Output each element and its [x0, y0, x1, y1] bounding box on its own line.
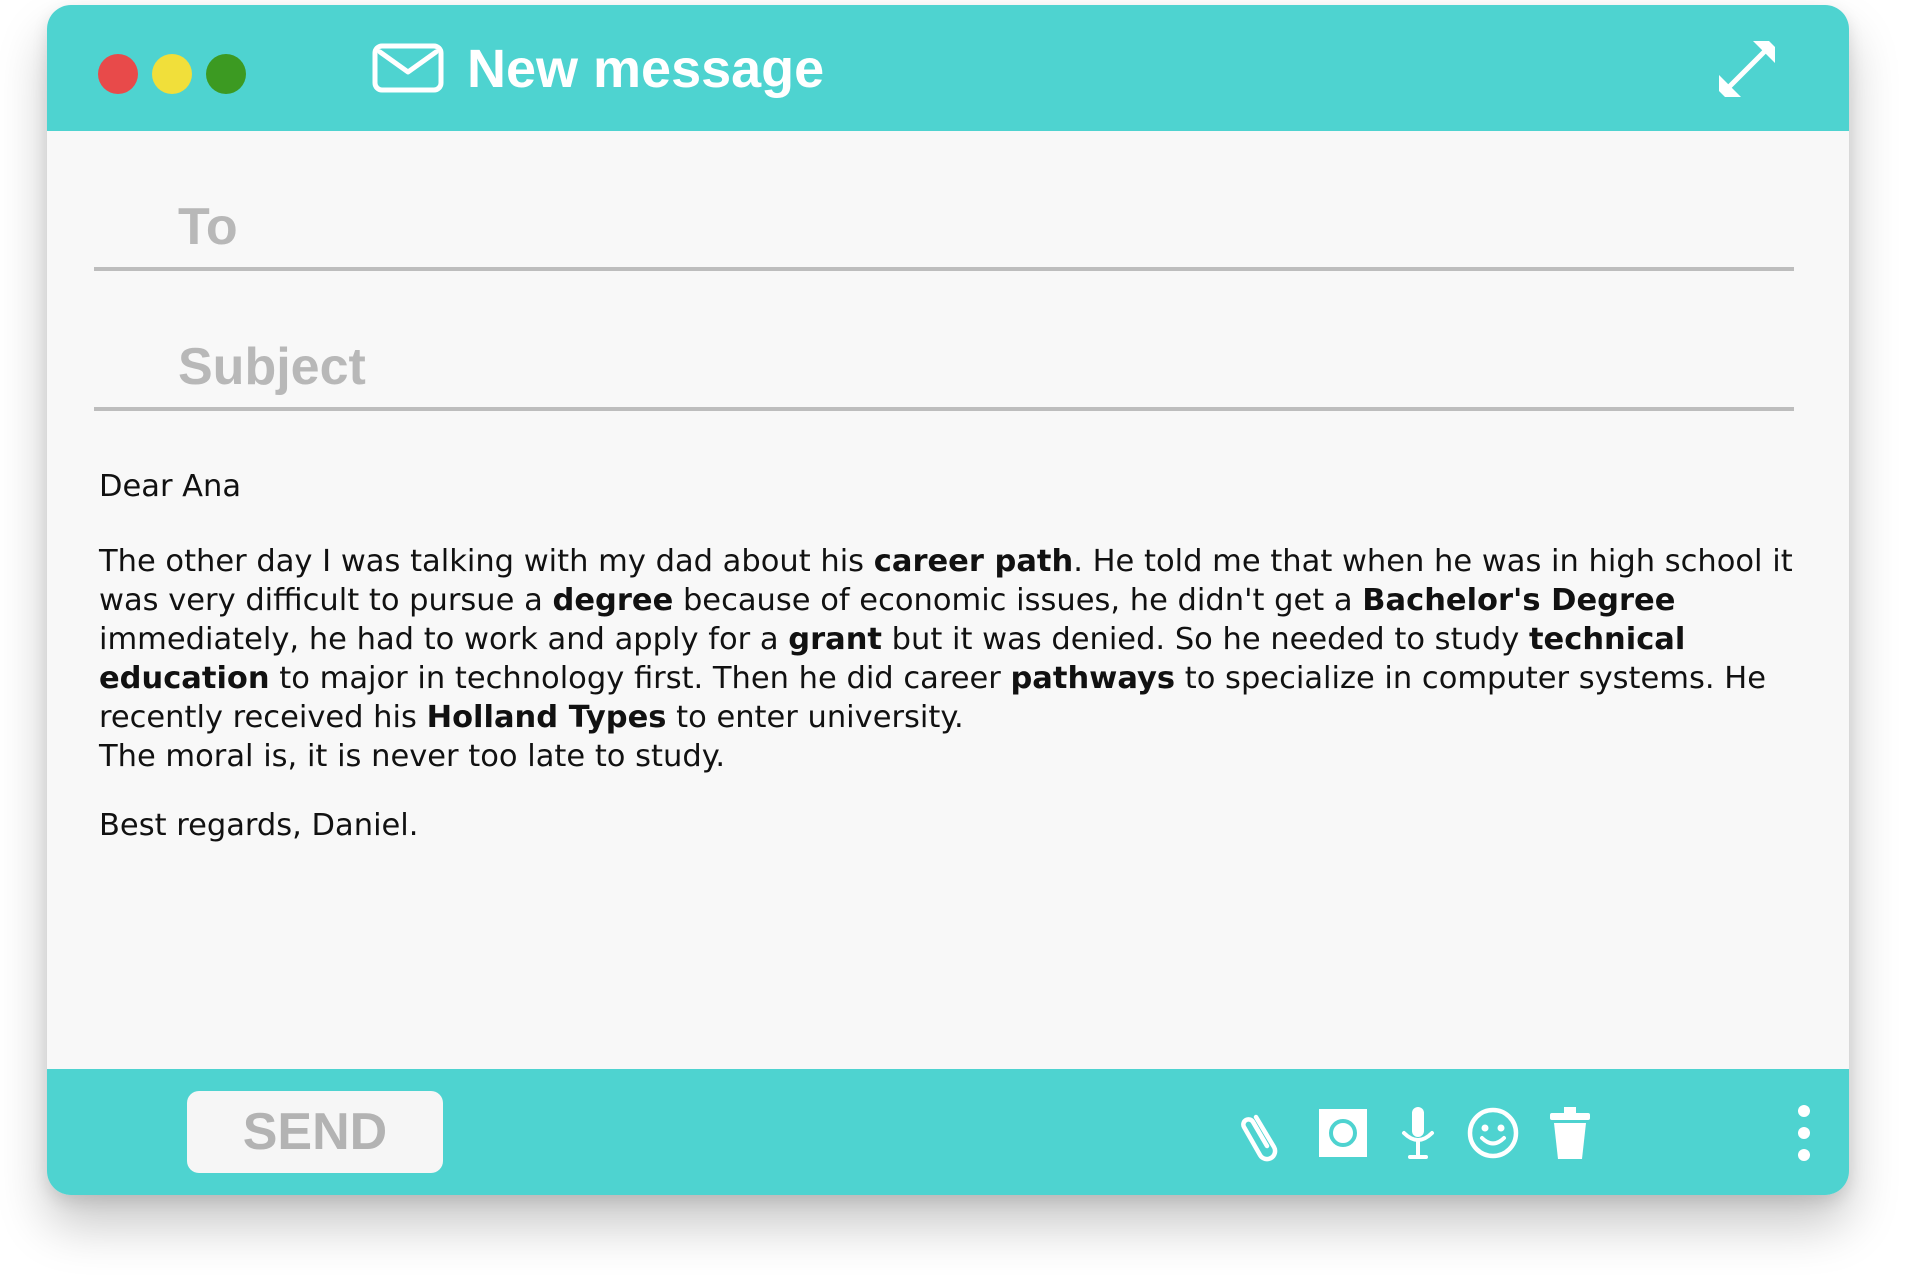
message-body[interactable]: Dear Ana The other day I was talking wit…	[99, 467, 1829, 845]
close-window-button[interactable]	[98, 54, 138, 94]
body-text-run: to enter university.	[666, 700, 964, 735]
message-greeting: Dear Ana	[99, 469, 242, 504]
expand-icon[interactable]	[1715, 37, 1779, 101]
to-field[interactable]: To	[94, 191, 1794, 271]
send-button[interactable]: SEND	[187, 1091, 443, 1173]
body-text-run: The other day I was talking with my dad …	[99, 544, 874, 579]
keyword-text: Bachelor's Degree	[1362, 583, 1676, 618]
to-placeholder: To	[178, 198, 238, 256]
keyword-text: Holland Types	[426, 700, 667, 735]
message-moral: The moral is, it is never too late to st…	[99, 739, 726, 774]
body-text-run: because of economic issues, he didn't ge…	[673, 583, 1363, 618]
maximize-window-button[interactable]	[206, 54, 246, 94]
camera-icon[interactable]	[1313, 1103, 1373, 1163]
keyword-text: pathways	[1010, 661, 1176, 696]
microphone-icon[interactable]	[1388, 1103, 1448, 1163]
subject-field[interactable]: Subject	[94, 331, 1794, 411]
emoji-icon[interactable]	[1463, 1103, 1523, 1163]
minimize-window-button[interactable]	[152, 54, 192, 94]
keyword-text: grant	[788, 622, 882, 657]
bottom-toolbar: SEND	[47, 1069, 1849, 1195]
body-text-run: but it was denied. So he needed to study	[881, 622, 1529, 657]
message-closing: Best regards, Daniel.	[99, 808, 419, 843]
trash-icon[interactable]	[1540, 1103, 1600, 1163]
more-icon[interactable]	[1789, 1103, 1819, 1163]
envelope-icon	[372, 43, 444, 93]
subject-placeholder: Subject	[178, 338, 366, 396]
title-bar: New message	[47, 5, 1849, 131]
window-title: New message	[467, 39, 825, 99]
keyword-text: career path	[873, 544, 1074, 579]
body-text-run: immediately, he had to work and apply fo…	[99, 622, 789, 657]
compose-window: New message To Subject Dear Ana The othe…	[47, 5, 1849, 1195]
paperclip-icon[interactable]	[1234, 1103, 1294, 1163]
keyword-text: degree	[552, 583, 674, 618]
body-text-run: to major in technology first. Then he di…	[269, 661, 1011, 696]
message-paragraph: The other day I was talking with my dad …	[99, 542, 1829, 737]
